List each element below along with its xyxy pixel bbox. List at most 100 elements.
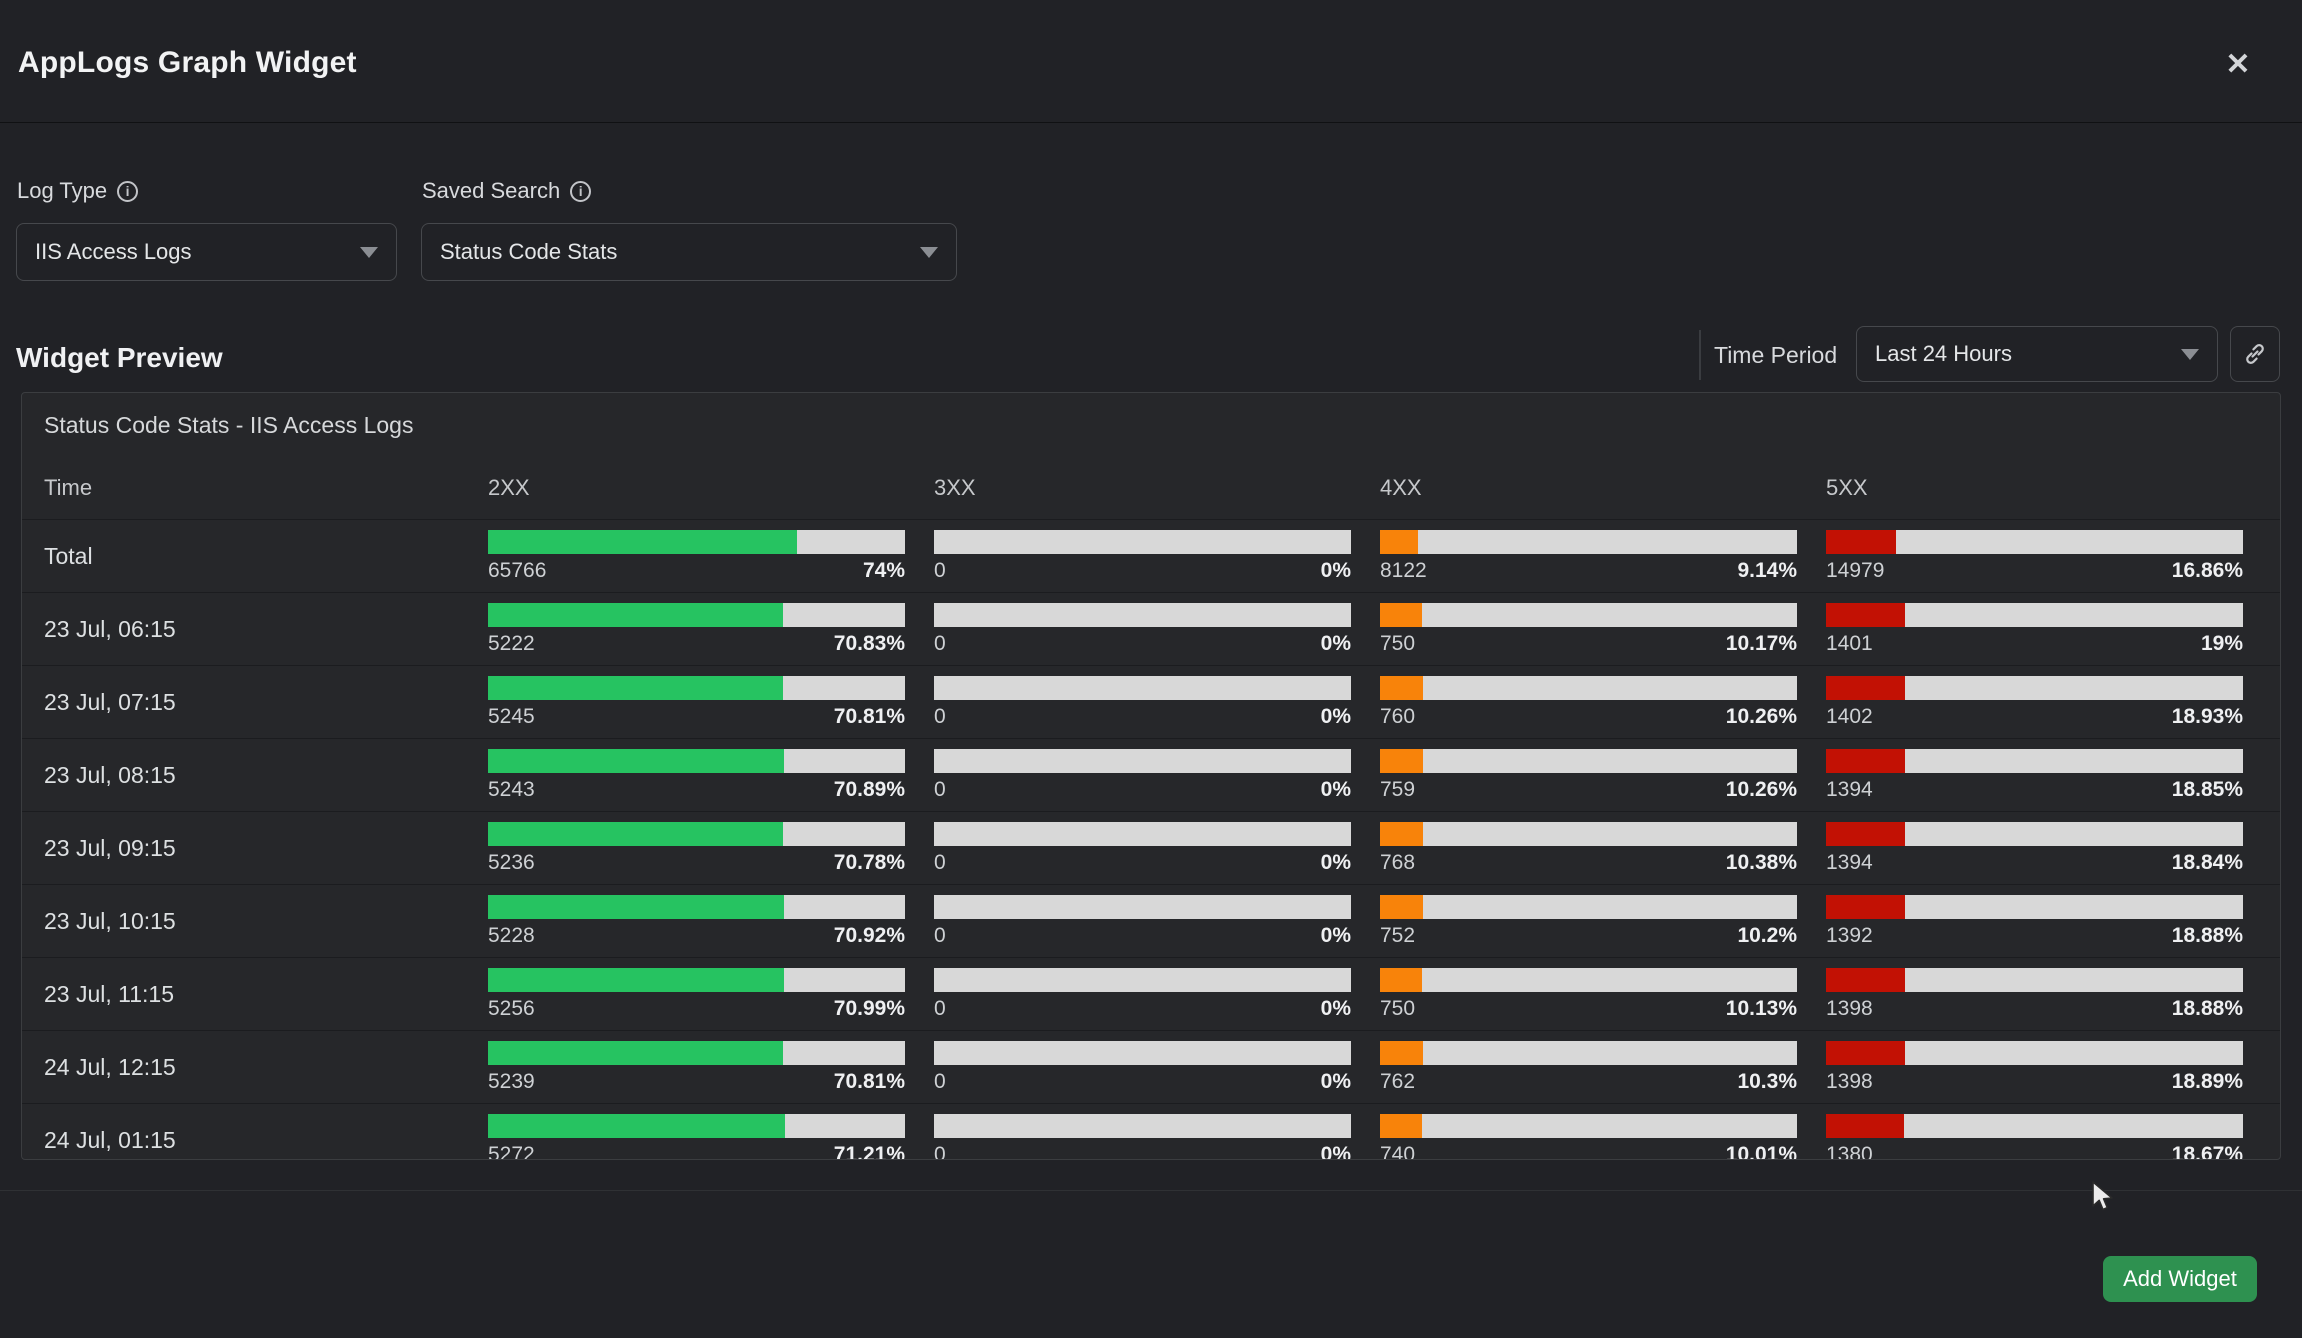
cell-value: 0 [934,851,946,875]
stat-cell: 1380 18.67% [1826,1104,2272,1160]
table-row: 23 Jul, 11:15 5256 70.99% 0 0% 750 10.13… [22,957,2280,1030]
log-type-label: Log Type i [17,178,138,204]
bar-fill [1380,1041,1423,1065]
bar-fill [488,1114,785,1138]
time-period-select[interactable]: Last 24 Hours [1856,326,2218,382]
cell-pct: 10.26% [1726,778,1797,802]
cell-pct: 0% [1321,559,1351,583]
progress-bar [488,603,905,627]
bar-fill [1826,968,1905,992]
bar-fill [1380,676,1423,700]
cell-value: 1402 [1826,705,1873,729]
table-scroll-area[interactable]: Total 65766 74% 0 0% 8122 9.14% [22,519,2280,1160]
cell-pct: 10.26% [1726,705,1797,729]
stat-cell: 5272 71.21% [488,1104,934,1160]
stat-cell: 5236 70.78% [488,812,934,884]
stat-cell: 0 0% [934,666,1380,738]
cell-pct: 10.17% [1726,632,1797,656]
info-icon[interactable]: i [570,181,591,202]
cell-value: 0 [934,1070,946,1094]
cell-pct: 70.92% [834,924,905,948]
cell-value: 750 [1380,997,1415,1021]
stat-cell: 0 0% [934,1104,1380,1160]
progress-bar [1826,530,2243,554]
stat-cell: 0 0% [934,885,1380,957]
stat-cell: 5228 70.92% [488,885,934,957]
cell-pct: 70.78% [834,851,905,875]
stat-cell: 0 0% [934,1031,1380,1103]
bar-fill [1826,603,1905,627]
cell-pct: 18.67% [2172,1143,2243,1160]
progress-bar [1826,822,2243,846]
time-period-label: Time Period [1714,342,1837,369]
copy-link-button[interactable] [2230,326,2280,382]
cell-value: 0 [934,924,946,948]
col-header-2xx: 2XX [488,475,934,501]
progress-bar [1380,968,1797,992]
progress-bar [1826,603,2243,627]
cell-value: 762 [1380,1070,1415,1094]
log-type-select[interactable]: IIS Access Logs [16,223,397,281]
cell-value: 5236 [488,851,535,875]
progress-bar [1826,676,2243,700]
cell-value: 740 [1380,1143,1415,1160]
progress-bar [1826,895,2243,919]
bar-fill [488,603,783,627]
cell-pct: 0% [1321,1070,1351,1094]
add-widget-button[interactable]: Add Widget [2103,1256,2257,1302]
close-button[interactable]: ✕ [2212,38,2264,90]
cell-pct: 0% [1321,851,1351,875]
cell-pct: 10.01% [1726,1143,1797,1160]
progress-bar [1380,530,1797,554]
footer-divider [0,1190,2302,1191]
cell-value: 8122 [1380,559,1427,583]
bar-fill [488,676,783,700]
progress-bar [1826,1041,2243,1065]
saved-search-select[interactable]: Status Code Stats [421,223,957,281]
time-period-value: Last 24 Hours [1875,341,2012,367]
progress-bar [1380,676,1797,700]
cell-value: 768 [1380,851,1415,875]
cell-pct: 10.3% [1737,1070,1797,1094]
row-time: 23 Jul, 06:15 [22,593,488,665]
cell-value: 760 [1380,705,1415,729]
info-icon[interactable]: i [117,181,138,202]
progress-bar [488,530,905,554]
cell-pct: 70.81% [834,1070,905,1094]
chevron-down-icon [920,247,938,258]
progress-bar [488,822,905,846]
bar-fill [488,1041,783,1065]
col-header-5xx: 5XX [1826,475,2272,501]
cell-value: 5272 [488,1143,535,1160]
cell-pct: 74% [863,559,905,583]
cell-value: 1398 [1826,1070,1873,1094]
stat-cell: 0 0% [934,593,1380,665]
stat-cell: 1392 18.88% [1826,885,2272,957]
cell-value: 5222 [488,632,535,656]
bar-fill [1826,1041,1905,1065]
cell-value: 0 [934,1143,946,1160]
cell-value: 1394 [1826,778,1873,802]
bar-fill [1826,530,1896,554]
cell-pct: 18.84% [2172,851,2243,875]
progress-bar [488,968,905,992]
stat-cell: 750 10.17% [1380,593,1826,665]
bar-fill [488,822,783,846]
cell-value: 750 [1380,632,1415,656]
cell-pct: 0% [1321,705,1351,729]
bar-fill [1826,822,1905,846]
table-row: 24 Jul, 12:15 5239 70.81% 0 0% 762 10.3% [22,1030,2280,1103]
cell-pct: 70.83% [834,632,905,656]
cell-pct: 16.86% [2172,559,2243,583]
modal-title: AppLogs Graph Widget [18,46,357,80]
table-row: 23 Jul, 06:15 5222 70.83% 0 0% 750 10.17… [22,592,2280,665]
stat-cell: 8122 9.14% [1380,520,1826,592]
mouse-cursor [2090,1180,2118,1214]
cell-pct: 70.99% [834,997,905,1021]
stat-cell: 760 10.26% [1380,666,1826,738]
bar-fill [488,968,784,992]
cell-value: 0 [934,559,946,583]
progress-bar [934,676,1351,700]
cell-value: 5228 [488,924,535,948]
bar-fill [1380,822,1423,846]
